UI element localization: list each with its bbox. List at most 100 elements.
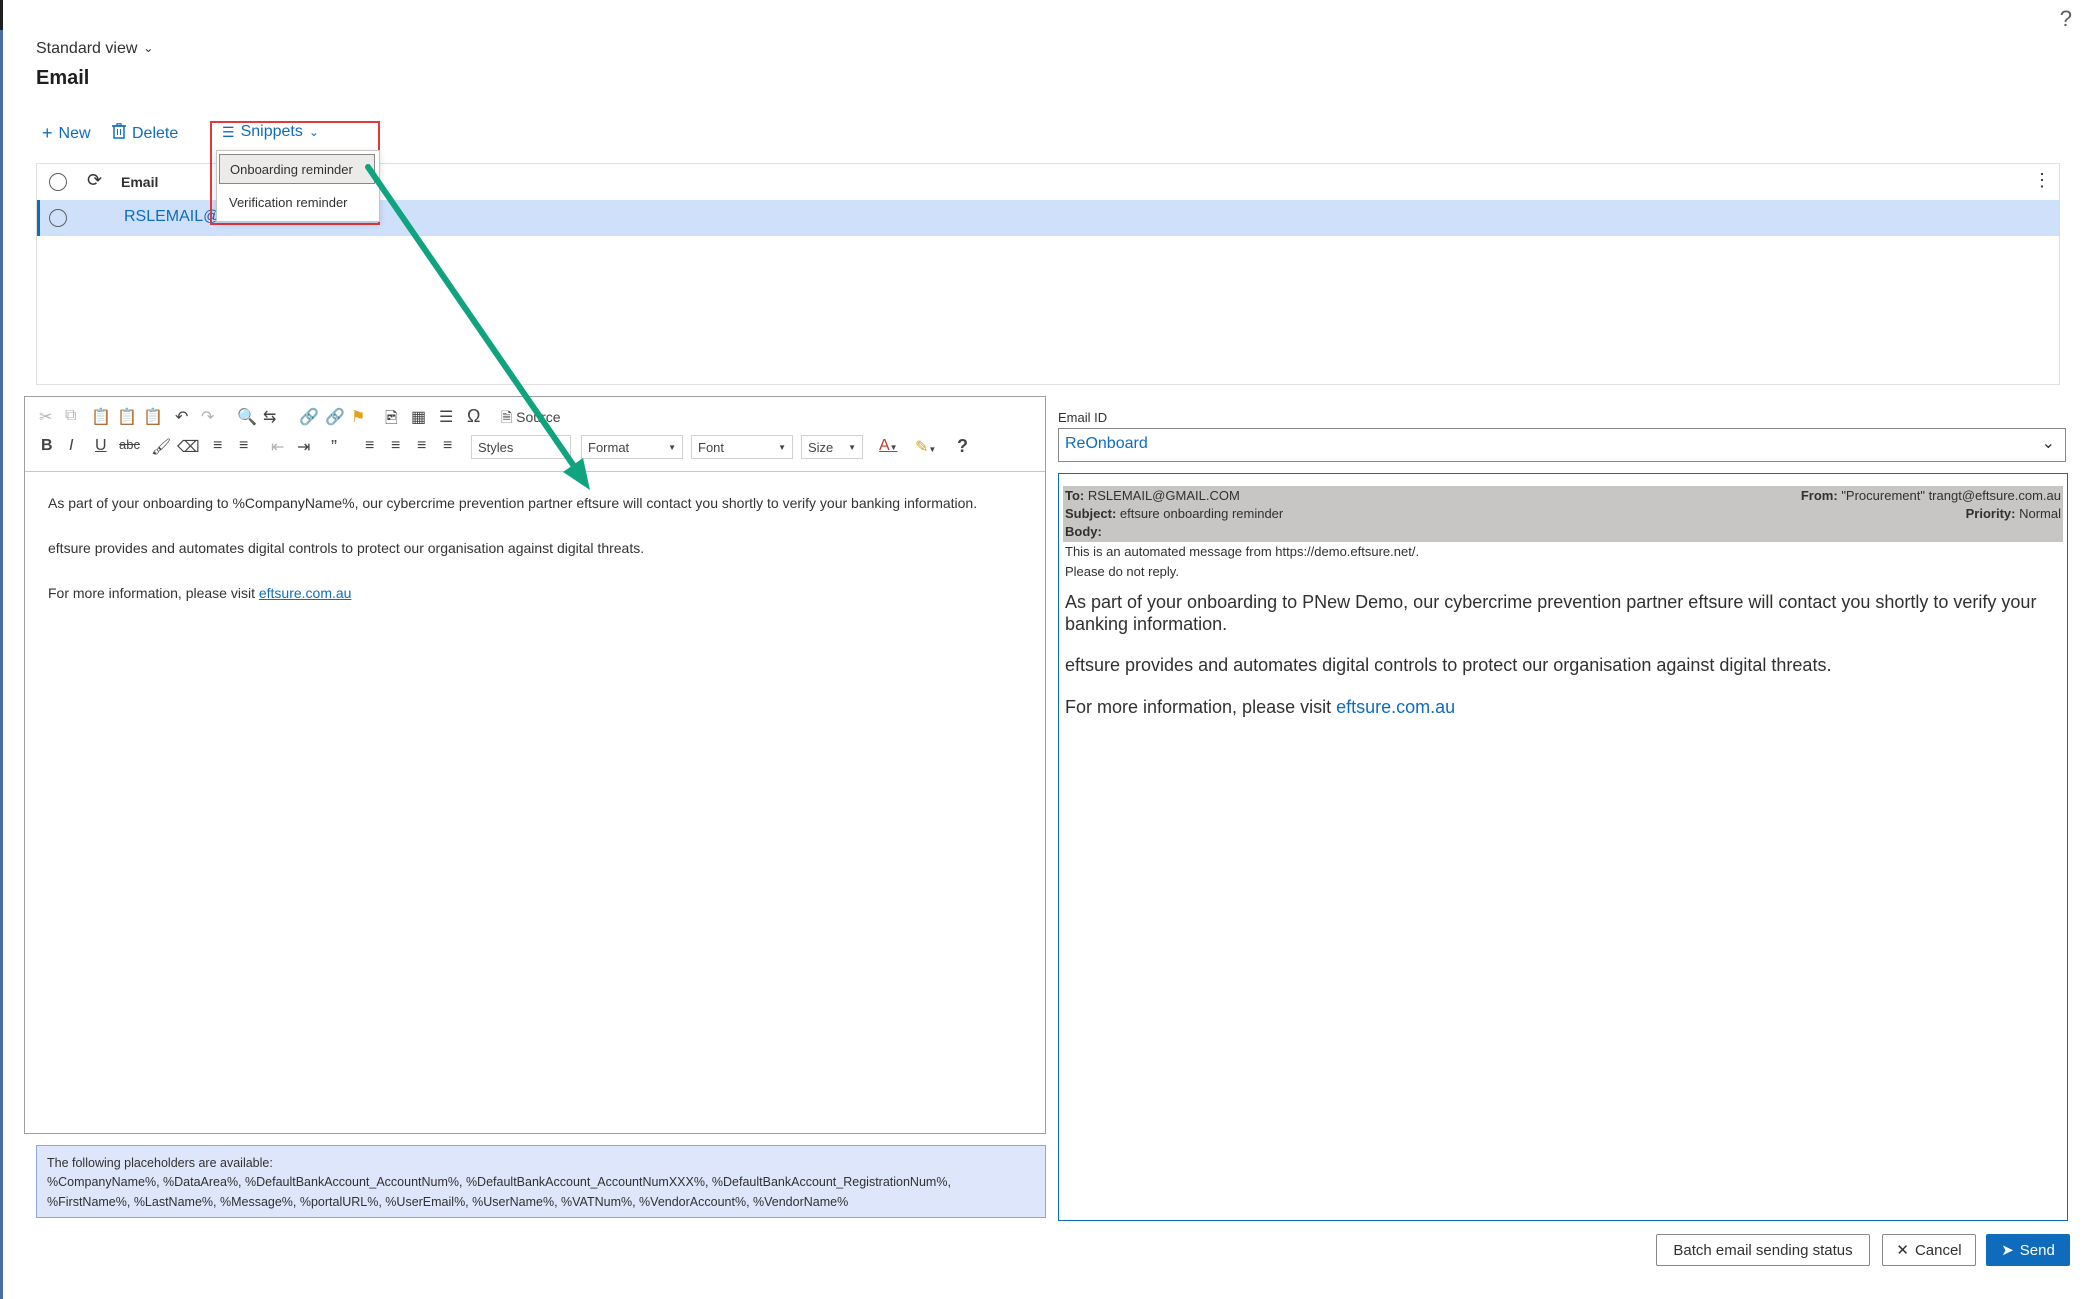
- format-label: Format: [588, 439, 630, 455]
- outdent-icon[interactable]: ⇤: [271, 437, 284, 457]
- background-color-icon[interactable]: ✎▼: [915, 437, 936, 457]
- editor-paragraph: eftsure provides and automates digital c…: [48, 540, 645, 557]
- bold-icon[interactable]: B: [41, 437, 53, 455]
- size-dropdown[interactable]: Size ▼: [801, 435, 863, 459]
- editor-paragraph: As part of your onboarding to %CompanyNa…: [48, 495, 978, 511]
- preview-priority-value: Normal: [2019, 506, 2061, 521]
- table-icon[interactable]: ▦: [411, 407, 426, 427]
- paste-text-icon[interactable]: 📋: [117, 407, 137, 427]
- refresh-icon[interactable]: ⟳: [87, 170, 102, 191]
- justify-icon[interactable]: ≡: [443, 437, 452, 455]
- send-button-label: Send: [2019, 1241, 2055, 1259]
- new-button[interactable]: + New: [42, 123, 91, 144]
- dropdown-arrow-icon: ▼: [848, 442, 856, 452]
- editor-content[interactable]: As part of your onboarding to %CompanyNa…: [48, 494, 1038, 630]
- preview-subject-label: Subject:: [1065, 506, 1117, 521]
- preview-no-reply-note: Please do not reply.: [1065, 564, 1179, 579]
- paste-icon[interactable]: 📋: [91, 407, 111, 427]
- find-icon[interactable]: 🔍: [237, 407, 257, 427]
- more-options-icon[interactable]: ⋮: [2033, 170, 2051, 191]
- underline-icon[interactable]: U: [95, 437, 107, 455]
- italic-icon[interactable]: I: [69, 437, 73, 455]
- editor-link[interactable]: eftsure.com.au: [259, 585, 352, 601]
- strikethrough-icon[interactable]: abc: [119, 437, 140, 452]
- editor-toolbar: ✂ ⧉ 📋 📋 📋 ↶ ↷ 🔍 ⇆ 🔗 🔗 ⚑ 🖻 ▦ ☰ Ω 🗎 Source…: [25, 397, 1045, 472]
- new-button-label: New: [58, 124, 91, 142]
- undo-icon[interactable]: ↶: [175, 407, 188, 427]
- preview-header: To: RSLEMAIL@GMAIL.COM From: "Procuremen…: [1063, 486, 2063, 542]
- special-char-omega-icon[interactable]: Ω: [467, 406, 480, 427]
- source-button[interactable]: 🗎 Source: [501, 407, 561, 431]
- indent-icon[interactable]: ⇥: [297, 437, 310, 457]
- preview-paragraph: eftsure provides and automates digital c…: [1065, 655, 1832, 676]
- link-icon[interactable]: 🔗: [299, 407, 319, 427]
- close-icon: ✕: [1896, 1242, 1909, 1259]
- view-selector[interactable]: Standard view ⌄: [36, 40, 153, 58]
- preview-subject-value: eftsure onboarding reminder: [1119, 506, 1284, 521]
- menu-item-verification-reminder[interactable]: Verification reminder: [219, 187, 375, 217]
- preview-from-value: "Procurement" trangt@eftsure.com.au: [1841, 488, 2061, 503]
- preview-body: As part of your onboarding to PNew Demo,…: [1065, 592, 2055, 738]
- menu-item-onboarding-reminder[interactable]: Onboarding reminder: [219, 154, 375, 184]
- cancel-button[interactable]: ✕ Cancel: [1882, 1234, 1976, 1266]
- remove-format-icon[interactable]: ⌫: [177, 437, 200, 457]
- size-label: Size: [808, 439, 834, 455]
- help-icon[interactable]: ?: [2060, 6, 2072, 32]
- font-dropdown[interactable]: Font ▼: [691, 435, 793, 459]
- placeholders-line: %CompanyName%, %DataArea%, %DefaultBankA…: [47, 1175, 951, 1190]
- page-title: Email: [36, 67, 90, 89]
- dropdown-arrow-icon: ▼: [778, 442, 786, 452]
- preview-link[interactable]: eftsure.com.au: [1336, 697, 1455, 717]
- email-id-value: ReOnboard: [1065, 435, 1148, 452]
- preview-link-paragraph: For more information, please visit eftsu…: [1065, 697, 2055, 719]
- unlink-icon[interactable]: 🔗: [325, 407, 345, 427]
- align-left-icon[interactable]: ≡: [365, 437, 374, 455]
- placeholders-line: %FirstName%, %LastName%, %Message%, %por…: [47, 1194, 849, 1209]
- snippets-dropdown-menu: Onboarding reminder Verification reminde…: [216, 150, 380, 222]
- styles-dropdown[interactable]: Styles ▼: [471, 435, 571, 459]
- editor-link-prefix: For more information, please visit: [48, 585, 259, 602]
- column-header-email[interactable]: Email: [121, 174, 158, 190]
- preview-to: To: RSLEMAIL@GMAIL.COM: [1065, 488, 1240, 503]
- row-select-radio[interactable]: [49, 209, 67, 227]
- blockquote-icon[interactable]: ”: [331, 437, 337, 458]
- placeholders-info-box: The following placeholders are available…: [36, 1145, 1046, 1218]
- preview-automated-note: This is an automated message from https:…: [1065, 544, 1420, 559]
- text-color-icon[interactable]: A▼: [879, 437, 898, 455]
- batch-email-status-button[interactable]: Batch email sending status: [1656, 1234, 1870, 1266]
- replace-icon[interactable]: ⇆: [263, 407, 276, 427]
- bullet-list-icon[interactable]: ≡: [239, 437, 248, 455]
- chevron-down-icon: ⌄: [143, 41, 154, 55]
- delete-button[interactable]: Delete: [112, 123, 178, 144]
- email-id-select[interactable]: ReOnboard ⌄: [1058, 428, 2066, 462]
- image-icon[interactable]: 🖻: [385, 407, 398, 434]
- styles-label: Styles: [478, 439, 514, 455]
- horizontal-line-icon[interactable]: ☰: [439, 407, 453, 427]
- preview-to-label: To:: [1065, 488, 1085, 503]
- anchor-flag-icon[interactable]: ⚑: [351, 407, 365, 427]
- preview-priority-label: Priority:: [1965, 506, 2016, 521]
- send-button[interactable]: ➤ Send: [1986, 1234, 2070, 1266]
- preview-body-label: Body:: [1065, 524, 1102, 539]
- paste-word-icon[interactable]: 📋: [143, 407, 163, 427]
- preview-link-prefix: For more information, please visit: [1065, 696, 1337, 717]
- source-doc-icon: 🗎: [501, 409, 513, 425]
- delete-button-label: Delete: [132, 124, 179, 142]
- align-right-icon[interactable]: ≡: [417, 437, 426, 455]
- view-selector-label: Standard view: [36, 40, 138, 57]
- align-center-icon[interactable]: ≡: [391, 437, 400, 455]
- preview-from-label: From:: [1800, 488, 1838, 503]
- preview-paragraph: As part of your onboarding to PNew Demo,…: [1065, 592, 2037, 634]
- format-dropdown[interactable]: Format ▼: [581, 435, 683, 459]
- help-question-icon[interactable]: ?: [957, 436, 968, 457]
- chevron-down-icon: ⌄: [2041, 435, 2055, 452]
- dropdown-arrow-icon: ▼: [556, 442, 564, 452]
- select-all-radio[interactable]: [49, 173, 67, 191]
- cut-icon[interactable]: ✂: [39, 407, 52, 427]
- copy-format-icon[interactable]: 🖌: [151, 437, 171, 457]
- copy-icon[interactable]: ⧉: [65, 407, 76, 425]
- cancel-button-label: Cancel: [1914, 1241, 1962, 1259]
- numbered-list-icon[interactable]: ≡: [213, 437, 222, 455]
- redo-icon[interactable]: ↷: [201, 407, 214, 427]
- email-id-label: Email ID: [1058, 410, 1108, 425]
